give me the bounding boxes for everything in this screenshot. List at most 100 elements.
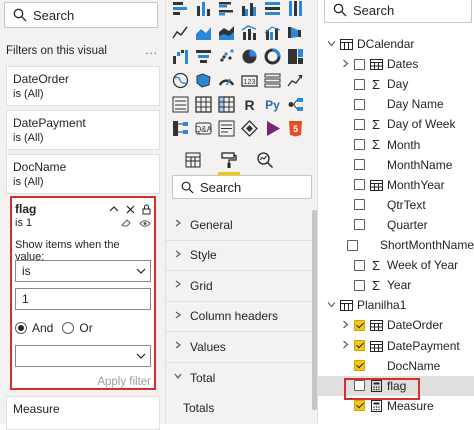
waterfall-icon[interactable] <box>172 48 189 65</box>
fields-search-input[interactable]: Search <box>324 0 472 23</box>
field-day-name[interactable]: Day Name <box>318 94 474 114</box>
second-operator-dropdown[interactable] <box>15 345 151 367</box>
field-checkbox[interactable] <box>354 98 365 110</box>
format-section-total[interactable]: Total <box>166 363 318 394</box>
scatter-icon[interactable] <box>218 48 235 65</box>
line-icon[interactable] <box>172 24 189 41</box>
r-visual-icon[interactable]: R <box>241 96 258 113</box>
filter-card-measure[interactable]: Measure <box>6 396 160 430</box>
or-radio[interactable] <box>62 322 75 334</box>
stacked-bar-icon[interactable] <box>172 0 189 17</box>
analytics-tab[interactable] <box>254 149 276 171</box>
matrix-icon[interactable] <box>218 96 235 113</box>
format-section-values[interactable]: Values <box>166 332 318 363</box>
table-icon[interactable] <box>195 96 212 113</box>
key-influencers-icon[interactable] <box>287 96 304 113</box>
ribbon-icon[interactable] <box>287 24 304 41</box>
format-tab[interactable] <box>218 149 240 175</box>
and-radio[interactable] <box>15 322 27 334</box>
field-year[interactable]: Σ Year <box>318 275 474 295</box>
table-dcalendar[interactable]: DCalendar <box>318 34 474 54</box>
html-icon[interactable]: 5 <box>287 120 304 137</box>
qa-icon[interactable]: Q&A <box>195 120 212 137</box>
field-day[interactable]: Σ Day <box>318 74 474 94</box>
field-datepayment[interactable]: DatePayment <box>318 336 474 356</box>
power-apps-icon[interactable] <box>264 120 281 137</box>
map-icon[interactable] <box>172 72 189 89</box>
filled-map-icon[interactable] <box>195 72 212 89</box>
line-column-icon[interactable] <box>241 24 258 41</box>
funnel-icon[interactable] <box>195 48 212 65</box>
fields-tab[interactable] <box>182 149 204 171</box>
slicer-icon[interactable] <box>172 96 189 113</box>
field-quarter[interactable]: Quarter <box>318 215 474 235</box>
card-icon[interactable]: 123 <box>241 72 258 89</box>
more-options-icon[interactable]: ... <box>145 45 158 61</box>
field-checkbox[interactable] <box>354 139 365 150</box>
donut-icon[interactable] <box>264 48 281 65</box>
operator-dropdown[interactable]: is <box>15 260 151 282</box>
filter-card-docname[interactable]: DocName is (All) <box>6 154 160 194</box>
field-monthname[interactable]: MonthName <box>318 155 474 175</box>
line-clustered-icon[interactable] <box>264 24 281 41</box>
field-shortmonthname[interactable]: ShortMonthName <box>318 235 474 255</box>
filter-card-datepayment[interactable]: DatePayment is (All) <box>6 110 160 150</box>
paginated-icon[interactable] <box>241 120 258 137</box>
gauge-icon[interactable] <box>218 72 235 89</box>
python-visual-icon[interactable]: Py <box>264 96 281 113</box>
field-month[interactable]: Σ Month <box>318 135 474 155</box>
table-planilha1[interactable]: Planilha1 <box>318 295 474 315</box>
multi-row-card-icon[interactable] <box>264 72 281 89</box>
field-monthyear[interactable]: MonthYear <box>318 175 474 195</box>
close-icon[interactable] <box>126 205 135 214</box>
field-checkbox[interactable] <box>354 58 365 70</box>
field-checkbox[interactable] <box>354 199 365 211</box>
field-docname[interactable]: DocName <box>318 356 474 376</box>
treemap-icon[interactable] <box>287 48 304 65</box>
kpi-icon[interactable] <box>287 72 304 89</box>
format-section-general[interactable]: General <box>166 210 318 241</box>
eraser-icon[interactable] <box>121 218 132 228</box>
field-checkbox[interactable] <box>354 159 365 171</box>
filters-search-input[interactable]: Search <box>4 2 158 28</box>
field-checkbox[interactable] <box>354 340 365 351</box>
chevron-right-icon[interactable] <box>340 59 350 70</box>
field-dates[interactable]: Dates <box>318 54 474 74</box>
viz-scrollbar[interactable] <box>312 210 317 410</box>
field-checkbox[interactable] <box>346 239 358 251</box>
field-day-of-week[interactable]: Σ Day of Week <box>318 114 474 134</box>
field-checkbox[interactable] <box>354 400 365 412</box>
apply-filter-button[interactable]: Apply filter <box>15 376 151 388</box>
100-bar-icon[interactable] <box>264 0 281 17</box>
area-icon[interactable] <box>195 24 212 41</box>
clustered-column-icon[interactable] <box>241 0 258 17</box>
field-checkbox[interactable] <box>354 118 365 130</box>
stacked-area-icon[interactable] <box>218 24 235 41</box>
filter-value-input[interactable]: 1 <box>15 288 151 310</box>
field-checkbox[interactable] <box>354 78 365 90</box>
pie-icon[interactable] <box>241 48 258 65</box>
decomposition-tree-icon[interactable] <box>172 120 189 137</box>
format-section-style[interactable]: Style <box>166 241 318 271</box>
stacked-column-icon[interactable] <box>195 0 212 17</box>
chevron-right-icon[interactable] <box>340 320 350 331</box>
field-qtrtext[interactable]: QtrText <box>318 195 474 215</box>
format-section-totals[interactable]: Totals <box>166 393 318 424</box>
filter-card-dateorder[interactable]: DateOrder is (All) <box>6 66 160 106</box>
eye-icon[interactable] <box>139 219 151 228</box>
lock-icon[interactable] <box>142 204 151 215</box>
field-week-of-year[interactable]: Σ Week of Year <box>318 255 474 275</box>
field-checkbox[interactable] <box>354 279 365 291</box>
field-checkbox[interactable] <box>354 219 365 231</box>
field-checkbox[interactable] <box>354 259 365 271</box>
format-section-column-headers[interactable]: Column headers <box>166 302 318 332</box>
field-checkbox[interactable] <box>354 319 365 331</box>
chevron-up-icon[interactable] <box>109 205 119 213</box>
chevron-right-icon[interactable] <box>340 340 350 351</box>
100-column-icon[interactable] <box>287 0 304 17</box>
smart-narrative-icon[interactable] <box>218 120 235 137</box>
field-checkbox[interactable] <box>354 179 365 191</box>
field-dateorder[interactable]: DateOrder <box>318 315 474 335</box>
format-section-grid[interactable]: Grid <box>166 271 318 302</box>
format-search-input[interactable]: Search <box>172 175 312 199</box>
